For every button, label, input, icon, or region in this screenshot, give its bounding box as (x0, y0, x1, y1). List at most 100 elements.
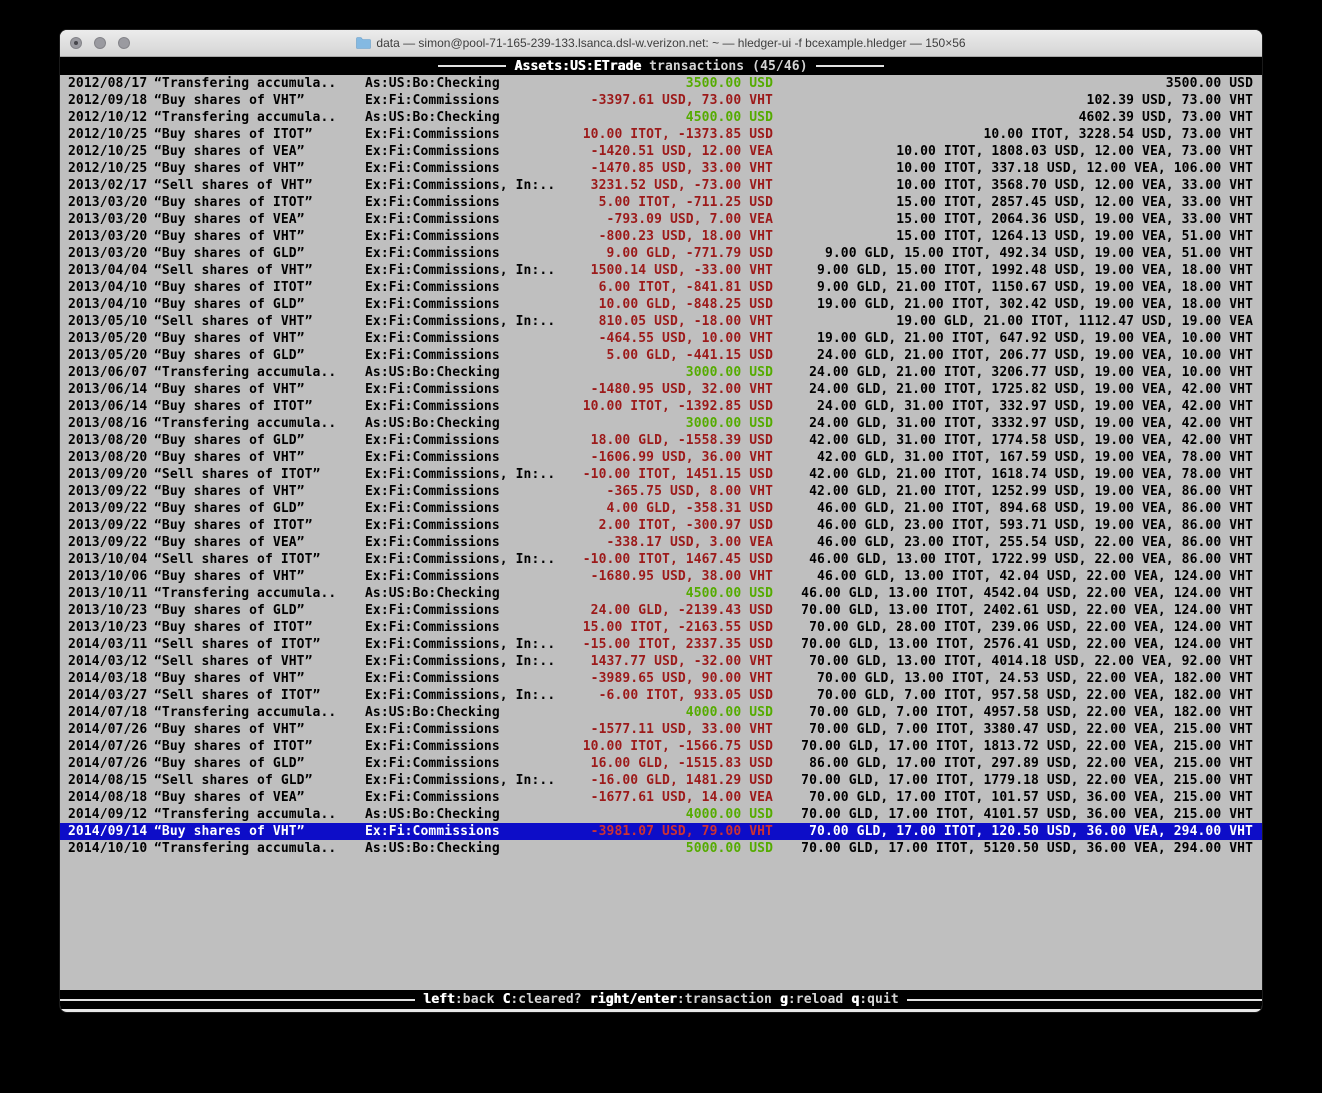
register-date: 2013/03/20 (68, 211, 147, 228)
table-row[interactable]: 2012/10/25“Buy shares of ITOT”Ex:Fi:Comm… (60, 126, 1262, 143)
register-account: Ex:Fi:Commissions, In:.. (365, 636, 555, 653)
table-row[interactable]: 2014/03/12“Sell shares of VHT”Ex:Fi:Comm… (60, 653, 1262, 670)
register-balance: 70.00 GLD, 13.00 ITOT, 2576.41 USD, 22.0… (801, 636, 1253, 653)
register-change: -16.00 GLD, 1481.29 USD (591, 772, 773, 789)
table-row[interactable]: 2014/08/18“Buy shares of VEA”Ex:Fi:Commi… (60, 789, 1262, 806)
register-change: -3397.61 USD, 73.00 VHT (591, 92, 773, 109)
table-row[interactable]: 2012/09/18“Buy shares of VHT”Ex:Fi:Commi… (60, 92, 1262, 109)
table-row[interactable]: 2013/09/20“Sell shares of ITOT”Ex:Fi:Com… (60, 466, 1262, 483)
table-row[interactable]: 2013/03/20“Buy shares of VHT”Ex:Fi:Commi… (60, 228, 1262, 245)
table-row[interactable]: 2012/10/25“Buy shares of VEA”Ex:Fi:Commi… (60, 143, 1262, 160)
register-balance: 46.00 GLD, 21.00 ITOT, 894.68 USD, 19.00… (817, 500, 1253, 517)
table-row[interactable]: 2013/02/17“Sell shares of VHT”Ex:Fi:Comm… (60, 177, 1262, 194)
register-balance: 19.00 GLD, 21.00 ITOT, 1112.47 USD, 19.0… (896, 313, 1253, 330)
table-row[interactable]: 2014/09/14“Buy shares of VHT”Ex:Fi:Commi… (60, 823, 1262, 840)
register-balance: 9.00 GLD, 21.00 ITOT, 1150.67 USD, 19.00… (817, 279, 1253, 296)
table-row[interactable]: 2014/09/12“Transfering accumula..As:US:B… (60, 806, 1262, 823)
register-account: Ex:Fi:Commissions, In:.. (365, 687, 555, 704)
table-row[interactable]: 2013/05/20“Buy shares of VHT”Ex:Fi:Commi… (60, 330, 1262, 347)
register-account: Ex:Fi:Commissions, In:.. (365, 653, 555, 670)
key-hint-key: left (423, 992, 455, 1007)
register-description: “Buy shares of ITOT” (154, 619, 313, 636)
register-date: 2012/10/12 (68, 109, 147, 126)
table-row[interactable]: 2013/05/10“Sell shares of VHT”Ex:Fi:Comm… (60, 313, 1262, 330)
register-account: Ex:Fi:Commissions (365, 126, 500, 143)
register-date: 2014/10/10 (68, 840, 147, 857)
table-row[interactable]: 2014/08/15“Sell shares of GLD”Ex:Fi:Comm… (60, 772, 1262, 789)
table-row[interactable]: 2013/08/16“Transfering accumula..As:US:B… (60, 415, 1262, 432)
table-row[interactable]: 2013/06/14“Buy shares of VHT”Ex:Fi:Commi… (60, 381, 1262, 398)
table-row[interactable]: 2013/09/22“Buy shares of ITOT”Ex:Fi:Comm… (60, 517, 1262, 534)
register-balance: 70.00 GLD, 7.00 ITOT, 3380.47 USD, 22.00… (809, 721, 1253, 738)
table-row[interactable]: 2014/03/18“Buy shares of VHT”Ex:Fi:Commi… (60, 670, 1262, 687)
table-row[interactable]: 2013/10/06“Buy shares of VHT”Ex:Fi:Commi… (60, 568, 1262, 585)
register-balance: 70.00 GLD, 17.00 ITOT, 4101.57 USD, 36.0… (801, 806, 1253, 823)
table-row[interactable]: 2014/07/26“Buy shares of VHT”Ex:Fi:Commi… (60, 721, 1262, 738)
table-row[interactable]: 2013/08/20“Buy shares of GLD”Ex:Fi:Commi… (60, 432, 1262, 449)
register-change: 10.00 ITOT, -1566.75 USD (583, 738, 773, 755)
table-row[interactable]: 2013/09/22“Buy shares of GLD”Ex:Fi:Commi… (60, 500, 1262, 517)
table-row[interactable]: 2013/03/20“Buy shares of GLD”Ex:Fi:Commi… (60, 245, 1262, 262)
table-row[interactable]: 2013/08/20“Buy shares of VHT”Ex:Fi:Commi… (60, 449, 1262, 466)
register-balance: 70.00 GLD, 17.00 ITOT, 101.57 USD, 36.00… (809, 789, 1253, 806)
register-description: “Transfering accumula.. (154, 704, 336, 721)
header-subtitle: transactions (45/46) (641, 59, 807, 74)
register-date: 2013/10/11 (68, 585, 147, 602)
register-change: 10.00 ITOT, -1373.85 USD (583, 126, 773, 143)
table-row[interactable]: 2013/10/23“Buy shares of ITOT”Ex:Fi:Comm… (60, 619, 1262, 636)
terminal-screen: Assets:US:ETrade transactions (45/46) 20… (60, 57, 1262, 1009)
minimize-button[interactable] (94, 37, 106, 49)
table-row[interactable]: 2012/08/17“Transfering accumula..As:US:B… (60, 75, 1262, 92)
table-row[interactable]: 2013/06/07“Transfering accumula..As:US:B… (60, 364, 1262, 381)
register-balance: 19.00 GLD, 21.00 ITOT, 302.42 USD, 19.00… (817, 296, 1253, 313)
header-rule-left (438, 65, 506, 67)
register-change: -15.00 ITOT, 2337.35 USD (583, 636, 773, 653)
register-account: As:US:Bo:Checking (365, 75, 500, 92)
register-description: “Sell shares of GLD” (154, 772, 313, 789)
table-row[interactable]: 2014/03/11“Sell shares of ITOT”Ex:Fi:Com… (60, 636, 1262, 653)
table-row[interactable]: 2012/10/12“Transfering accumula..As:US:B… (60, 109, 1262, 126)
table-row[interactable]: 2014/10/10“Transfering accumula..As:US:B… (60, 840, 1262, 857)
table-row[interactable]: 2014/07/26“Buy shares of GLD”Ex:Fi:Commi… (60, 755, 1262, 772)
register-balance: 70.00 GLD, 28.00 ITOT, 239.06 USD, 22.00… (809, 619, 1253, 636)
register-account: Ex:Fi:Commissions (365, 330, 500, 347)
register-date: 2013/08/16 (68, 415, 147, 432)
register-change: 4000.00 USD (686, 704, 773, 721)
register-date: 2014/07/26 (68, 721, 147, 738)
register-date: 2013/09/22 (68, 500, 147, 517)
register-account: Ex:Fi:Commissions (365, 755, 500, 772)
key-hint-action: :reload (788, 992, 851, 1007)
table-row[interactable]: 2013/06/14“Buy shares of ITOT”Ex:Fi:Comm… (60, 398, 1262, 415)
table-row[interactable]: 2012/10/25“Buy shares of VHT”Ex:Fi:Commi… (60, 160, 1262, 177)
table-row[interactable]: 2013/10/23“Buy shares of GLD”Ex:Fi:Commi… (60, 602, 1262, 619)
register-balance: 70.00 GLD, 17.00 ITOT, 1813.72 USD, 22.0… (801, 738, 1253, 755)
register-balance: 24.00 GLD, 31.00 ITOT, 332.97 USD, 19.00… (817, 398, 1253, 415)
register-balance: 15.00 ITOT, 2064.36 USD, 19.00 VEA, 33.0… (896, 211, 1253, 228)
table-row[interactable]: 2013/10/04“Sell shares of ITOT”Ex:Fi:Com… (60, 551, 1262, 568)
register-balance: 86.00 GLD, 17.00 ITOT, 297.89 USD, 22.00… (809, 755, 1253, 772)
register-account: As:US:Bo:Checking (365, 415, 500, 432)
table-row[interactable]: 2013/03/20“Buy shares of VEA”Ex:Fi:Commi… (60, 211, 1262, 228)
table-row[interactable]: 2014/07/18“Transfering accumula..As:US:B… (60, 704, 1262, 721)
register-date: 2013/03/20 (68, 228, 147, 245)
register-account: Ex:Fi:Commissions (365, 194, 500, 211)
table-row[interactable]: 2013/10/11“Transfering accumula..As:US:B… (60, 585, 1262, 602)
register-description: “Buy shares of GLD” (154, 602, 305, 619)
table-row[interactable]: 2013/05/20“Buy shares of GLD”Ex:Fi:Commi… (60, 347, 1262, 364)
table-row[interactable]: 2013/04/10“Buy shares of GLD”Ex:Fi:Commi… (60, 296, 1262, 313)
register-change: -1420.51 USD, 12.00 VEA (591, 143, 773, 160)
table-row[interactable]: 2014/07/26“Buy shares of ITOT”Ex:Fi:Comm… (60, 738, 1262, 755)
register-balance: 46.00 GLD, 13.00 ITOT, 4542.04 USD, 22.0… (801, 585, 1253, 602)
table-row[interactable]: 2013/04/04“Sell shares of VHT”Ex:Fi:Comm… (60, 262, 1262, 279)
table-row[interactable]: 2013/04/10“Buy shares of ITOT”Ex:Fi:Comm… (60, 279, 1262, 296)
folder-icon (356, 37, 371, 49)
close-button[interactable] (70, 37, 82, 49)
register-account: Ex:Fi:Commissions (365, 738, 500, 755)
table-row[interactable]: 2013/09/22“Buy shares of VHT”Ex:Fi:Commi… (60, 483, 1262, 500)
table-row[interactable]: 2013/03/20“Buy shares of ITOT”Ex:Fi:Comm… (60, 194, 1262, 211)
register-account: Ex:Fi:Commissions (365, 602, 500, 619)
table-row[interactable]: 2013/09/22“Buy shares of VEA”Ex:Fi:Commi… (60, 534, 1262, 551)
zoom-button[interactable] (118, 37, 130, 49)
table-row[interactable]: 2014/03/27“Sell shares of ITOT”Ex:Fi:Com… (60, 687, 1262, 704)
footer-rule-right (907, 999, 1262, 1001)
